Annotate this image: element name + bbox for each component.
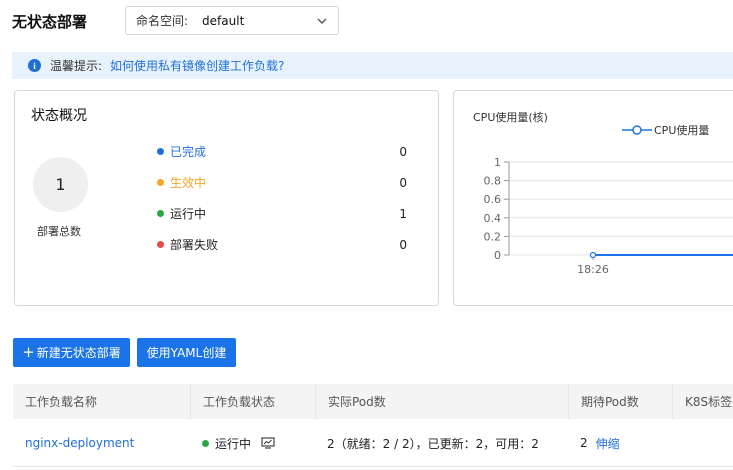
running-status-dot <box>202 439 209 447</box>
new-deployment-label: 新建无状态部署 <box>36 346 121 360</box>
status-count: 0 <box>399 175 407 190</box>
column-header-status: 工作负载状态 <box>190 384 315 419</box>
status-name: 已完成 <box>170 145 207 159</box>
table-row: nginx-deployment 运行中 2（就绪：2 / 2），已更新：2，可… <box>13 419 733 467</box>
status-name: 部署失败 <box>170 238 219 252</box>
status-dot <box>157 179 164 186</box>
status-row-failed: 部署失败 0 <box>157 229 407 260</box>
y-tick-label: 1 <box>494 156 501 169</box>
cpu-usage-card: CPU使用量(核) CPU使用量 0 0.2 0.4 0.6 0.8 1 18:26 <box>453 90 733 306</box>
y-tick-label: 0.6 <box>484 193 502 206</box>
table-header: 工作负载名称 工作负载状态 实际Pod数 期待Pod数 K8S标签 <box>13 384 733 419</box>
status-card-title: 状态概况 <box>31 108 87 124</box>
tip-label: 温馨提示: <box>50 59 103 73</box>
y-tick-label: 0.8 <box>484 175 502 188</box>
desired-pod-cell: 2 伸缩 <box>568 419 672 467</box>
tip-link[interactable]: 如何使用私有镜像创建工作负载? <box>110 57 284 74</box>
x-tick-label: 18:26 <box>577 263 609 276</box>
status-row-completed: 已完成 0 <box>157 136 407 167</box>
column-header-name: 工作负载名称 <box>25 395 98 409</box>
workload-name-link[interactable]: nginx-deployment <box>13 419 190 467</box>
create-with-yaml-button[interactable]: 使用YAML创建 <box>137 338 236 367</box>
column-header-desired-pods: 期待Pod数 <box>568 384 672 419</box>
y-tick-label: 0.2 <box>484 230 502 243</box>
status-name: 运行中 <box>170 207 207 221</box>
k8s-labels-cell <box>672 419 733 467</box>
tip-bar: i 温馨提示: 如何使用私有镜像创建工作负载? <box>12 52 733 79</box>
status-dot <box>157 210 164 217</box>
workload-status: 运行中 <box>190 419 315 467</box>
plus-icon: + <box>22 343 35 361</box>
workload-status-text: 运行中 <box>215 436 252 451</box>
status-dot <box>157 148 164 155</box>
page-title: 无状态部署 <box>12 13 88 31</box>
status-list: 已完成 0 生效中 0 运行中 1 部署失败 0 <box>157 136 407 260</box>
y-tick-label: 0.4 <box>484 212 502 225</box>
status-dot <box>157 241 164 248</box>
status-count: 1 <box>399 206 407 221</box>
status-row-running: 运行中 1 <box>157 198 407 229</box>
status-name: 生效中 <box>170 176 207 190</box>
chevron-down-icon <box>317 18 327 24</box>
monitor-icon[interactable] <box>261 437 275 449</box>
column-header-actual-pods: 实际Pod数 <box>315 384 568 419</box>
info-icon: i <box>28 59 41 72</box>
deployment-total-label: 部署总数 <box>37 225 81 238</box>
status-row-in-effect: 生效中 0 <box>157 167 407 198</box>
cpu-line-chart: 0 0.2 0.4 0.6 0.8 1 18:26 <box>484 156 733 276</box>
namespace-select[interactable]: 命名空间: default <box>125 6 339 35</box>
deployment-total-circle: 1 <box>33 157 88 212</box>
namespace-label: 命名空间: <box>136 14 189 28</box>
actual-pod-count: 2（就绪：2 / 2），已更新：2，可用：2 <box>327 436 539 451</box>
desired-pod-count: 2 <box>580 436 588 450</box>
status-count: 0 <box>399 144 407 159</box>
status-overview-card: 状态概况 1 部署总数 已完成 0 生效中 0 运行中 1 部署失败 0 <box>14 90 439 306</box>
new-deployment-button[interactable]: + 新建无状态部署 <box>13 338 130 367</box>
data-point <box>589 251 597 259</box>
namespace-value: default <box>202 13 245 28</box>
deployment-total-count: 1 <box>55 175 66 194</box>
scale-link[interactable]: 伸缩 <box>596 435 620 452</box>
y-tick-label: 0 <box>494 249 501 262</box>
column-header-k8s-labels: K8S标签 <box>672 384 733 419</box>
status-count: 0 <box>399 237 407 252</box>
